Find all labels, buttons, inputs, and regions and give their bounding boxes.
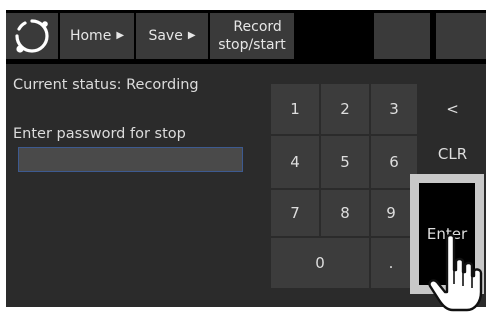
record-label: Record stop/start <box>218 18 286 54</box>
save-label: Save <box>148 28 183 44</box>
password-field[interactable] <box>18 147 243 172</box>
key-4[interactable]: 4 <box>271 136 319 188</box>
record-stop-start-button[interactable]: Record stop/start <box>210 13 294 59</box>
key-5[interactable]: 5 <box>321 136 369 188</box>
key-7[interactable]: 7 <box>271 190 319 236</box>
blank-toolbar-button[interactable] <box>374 13 430 59</box>
pointing-hand-icon <box>428 233 483 312</box>
key-decimal[interactable]: . <box>371 238 411 288</box>
record-label-line1: Record <box>233 19 282 35</box>
save-button[interactable]: Save ▶ <box>136 13 208 59</box>
key-clr[interactable]: CLR <box>419 136 486 172</box>
key-0[interactable]: 0 <box>271 238 369 288</box>
blank-toolbar-button[interactable] <box>436 13 486 59</box>
key-backspace[interactable]: < <box>419 84 486 134</box>
triangle-right-icon: ▶ <box>187 30 196 41</box>
current-status-text: Current status: Recording <box>13 77 199 93</box>
top-toolbar: Home ▶ Save ▶ Record stop/start <box>6 10 486 62</box>
home-label: Home <box>69 28 112 44</box>
key-8[interactable]: 8 <box>321 190 369 236</box>
key-1[interactable]: 1 <box>271 84 319 134</box>
key-9[interactable]: 9 <box>371 190 411 236</box>
key-3[interactable]: 3 <box>371 84 417 134</box>
record-label-line2: stop/start <box>218 37 286 53</box>
logo-button[interactable] <box>6 13 58 59</box>
home-button[interactable]: Home ▶ <box>60 13 134 59</box>
key-2[interactable]: 2 <box>321 84 369 134</box>
device-screen: Home ▶ Save ▶ Record stop/start Current … <box>6 10 486 307</box>
ring-logo-icon <box>15 19 49 53</box>
triangle-right-icon: ▶ <box>116 30 125 41</box>
password-label: Enter password for stop <box>13 126 186 142</box>
